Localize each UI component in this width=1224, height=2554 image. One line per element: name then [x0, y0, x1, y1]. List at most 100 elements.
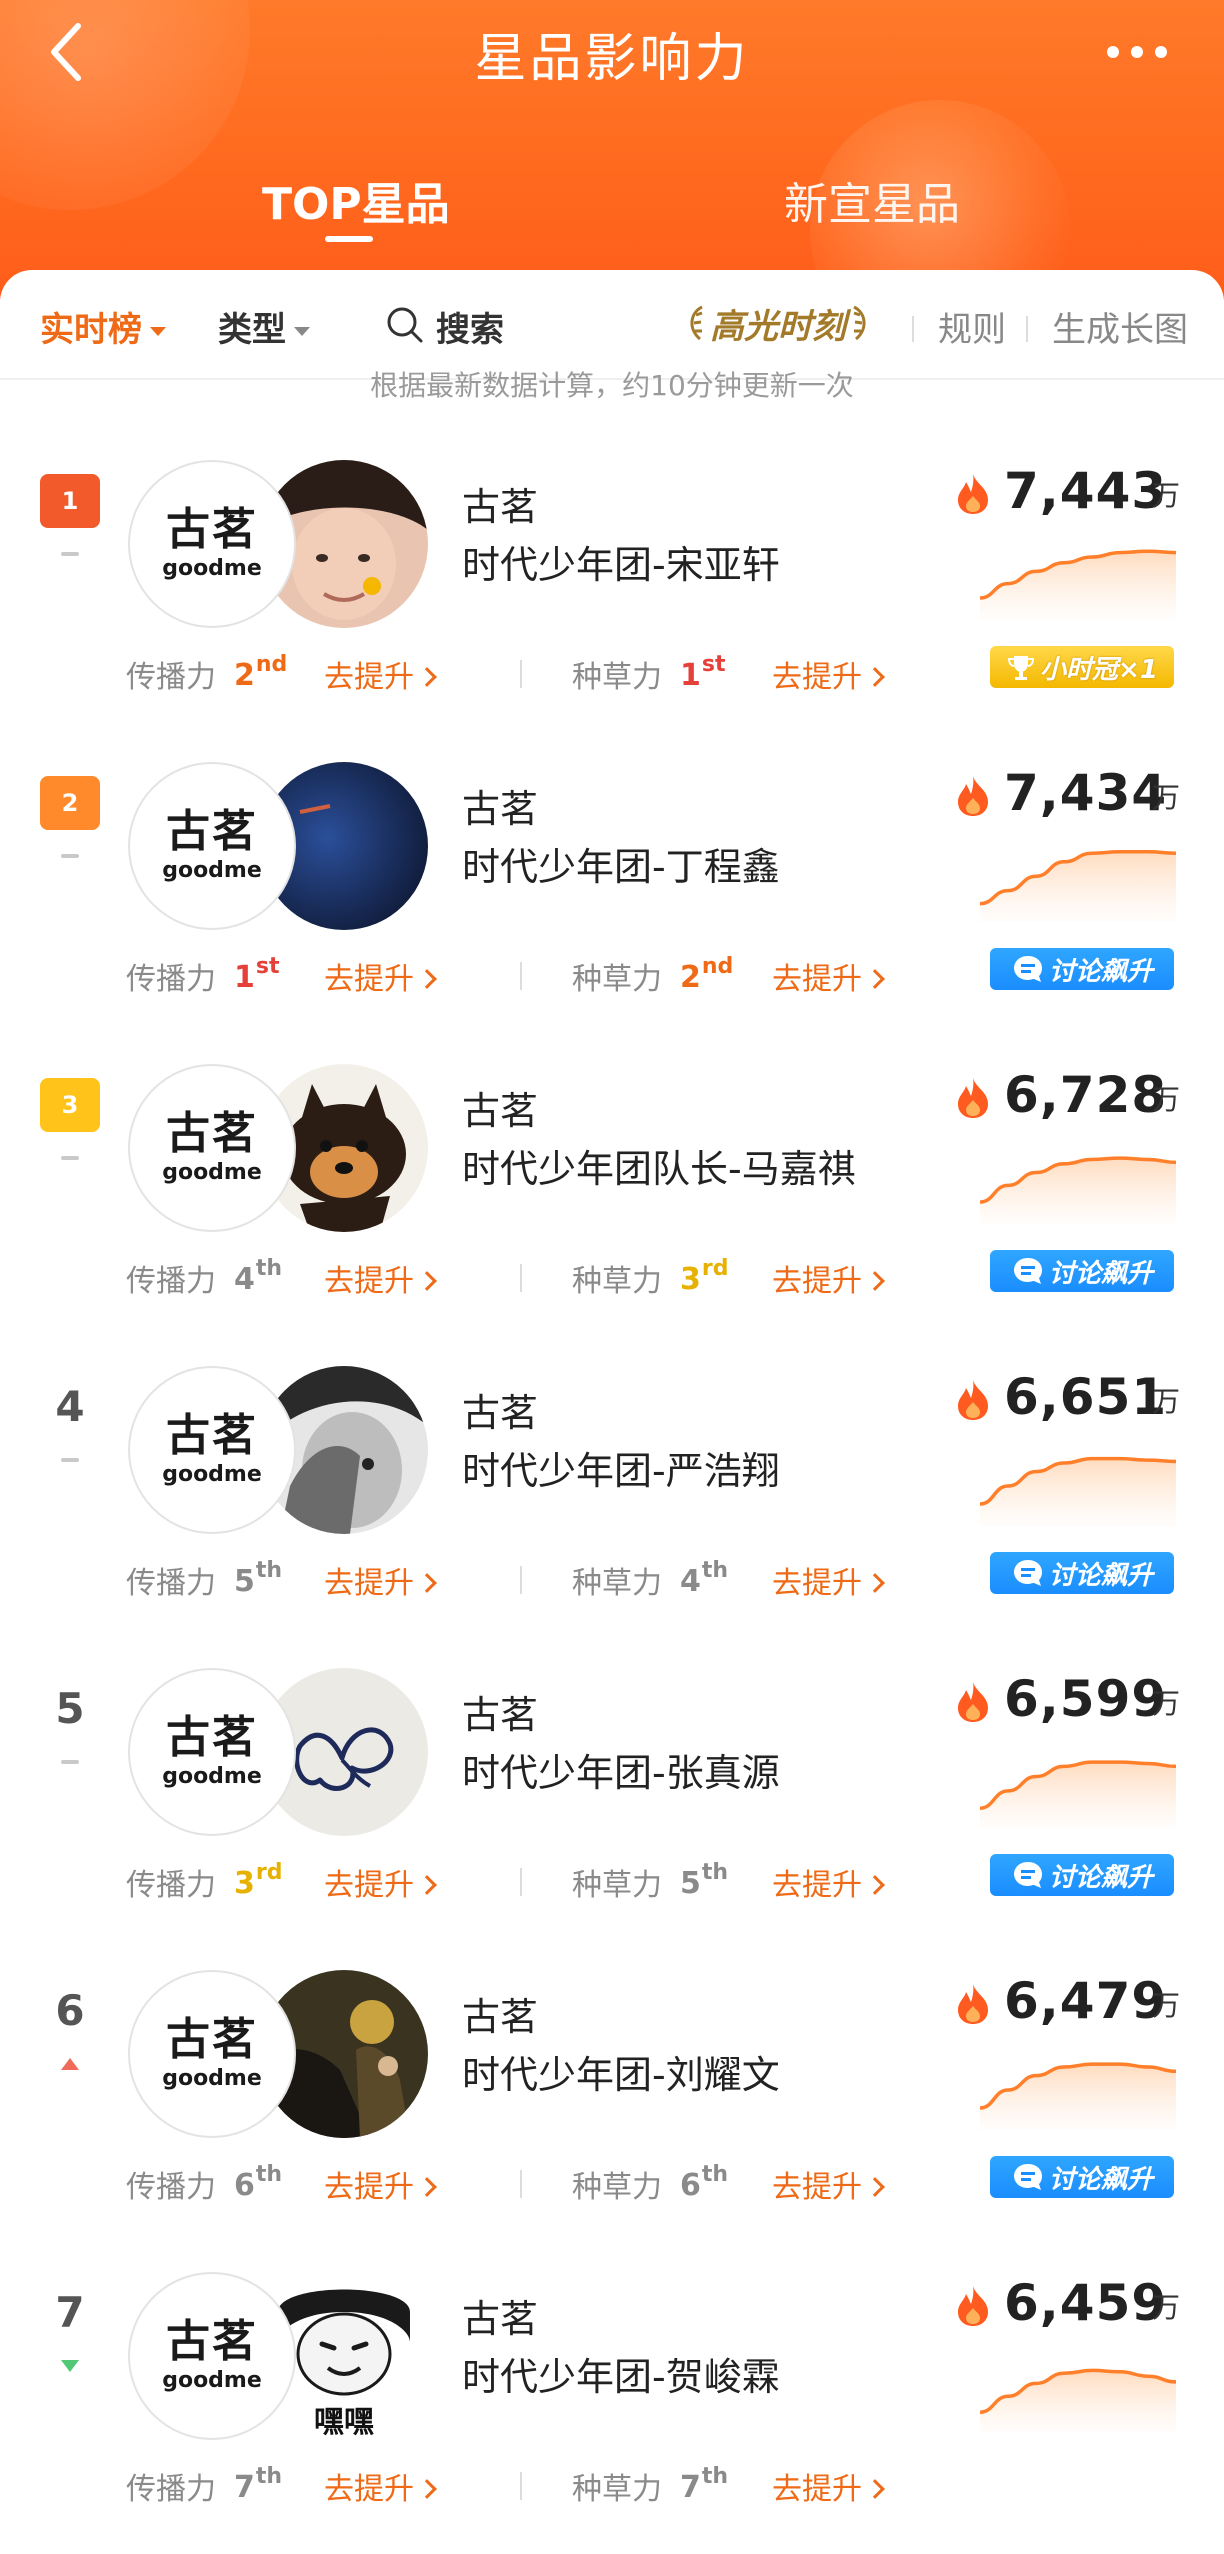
divider: [520, 2170, 522, 2198]
score-unit: 万: [1152, 1687, 1181, 1720]
seeding-rank-suffix: nd: [701, 954, 734, 979]
seeding-improve-link[interactable]: 去提升: [772, 2464, 885, 2508]
highlight-moments-button[interactable]: 高光时刻: [684, 300, 872, 347]
brand-logo[interactable]: 古茗 goodme: [128, 1064, 296, 1232]
seeding-rank-suffix: rd: [701, 1256, 729, 1281]
tag-label: 讨论飙升: [1048, 1862, 1153, 1893]
spread-rank-suffix: rd: [255, 1860, 283, 1885]
realtime-dropdown[interactable]: 实时榜: [40, 302, 166, 351]
spread-improve-link[interactable]: 去提升: [324, 2162, 437, 2206]
tab-new-products[interactable]: 新宣星品: [784, 168, 960, 232]
generate-long-image-link[interactable]: 生成长图: [1052, 302, 1188, 351]
chevron-right-icon: [865, 2177, 885, 2197]
spread-improve-link[interactable]: 去提升: [324, 1558, 437, 1602]
rank-row[interactable]: 5 古茗 goodme 古茗 时代少年团-张真源 6,599 万传播力 3rd 去提升 种草力 5t…: [0, 1640, 1224, 1942]
trend-flat-icon: [61, 1760, 79, 1764]
brand-logo-en: goodme: [162, 2066, 262, 2091]
chevron-right-icon: [417, 2177, 437, 2197]
caret-down-icon: [294, 327, 310, 336]
page-title: 星品影响力: [474, 29, 750, 89]
brand-name: 古茗: [462, 2297, 539, 2341]
brand-logo-en: goodme: [162, 1764, 262, 1789]
search-icon[interactable]: [386, 306, 424, 344]
seeding-rank: 4th: [680, 1558, 728, 1599]
rank-row[interactable]: 1 古茗 goodme 古茗 时代少年团-宋亚轩 7,443 万传播力 2nd 去提升 种草力 1s…: [0, 432, 1224, 734]
spread-rank: 7th: [234, 2464, 282, 2505]
discussion-surge-tag: 讨论飙升: [990, 1552, 1174, 1594]
spread-rank-suffix: th: [255, 2162, 283, 2187]
chat-bubble-icon: [1013, 1560, 1042, 1586]
seeding-rank-value: 5: [680, 1866, 701, 1901]
seeding-improve-link[interactable]: 去提升: [772, 954, 885, 998]
seeding-rank: 6th: [680, 2162, 728, 2203]
discussion-surge-tag: 讨论飙升: [990, 2156, 1174, 2198]
brand-name: 古茗: [462, 1995, 539, 2039]
seeding-rank: 7th: [680, 2464, 728, 2505]
chevron-right-icon: [417, 667, 437, 687]
seeding-improve-link[interactable]: 去提升: [772, 652, 885, 696]
spread-improve-link[interactable]: 去提升: [324, 652, 437, 696]
seeding-improve-link[interactable]: 去提升: [772, 1558, 885, 1602]
spread-rank: 6th: [234, 2162, 282, 2203]
more-dot-icon: [1107, 46, 1119, 58]
chat-bubble-icon: [1013, 2164, 1042, 2190]
brand-logo-cn: 古茗: [166, 806, 258, 857]
seeding-improve-link[interactable]: 去提升: [772, 2162, 885, 2206]
spread-label: 传播力: [126, 1566, 216, 1601]
search-button[interactable]: 搜索: [436, 302, 504, 351]
brand-logo[interactable]: 古茗 goodme: [128, 1970, 296, 2138]
rank-row[interactable]: 7 古茗 goodme 嘿嘿 古茗 时代少年团-贺峻霖 6,459 万传播力 7th 去提升 种草力…: [0, 2244, 1224, 2546]
chevron-right-icon: [865, 2479, 885, 2499]
spread-rank: 4th: [234, 1256, 282, 1297]
seeding-improve-link[interactable]: 去提升: [772, 1256, 885, 1300]
sparkline-area: [980, 1158, 1176, 1224]
caret-down-icon: [150, 327, 166, 336]
fire-icon: [954, 2284, 992, 2332]
tag-label: 讨论飙升: [1048, 1258, 1153, 1289]
rank-row[interactable]: 2 古茗 goodme 古茗 时代少年团-丁程鑫 7,434 万传播力 1st 去提升 种草力 2n…: [0, 734, 1224, 1036]
tab-top-products[interactable]: TOP星品: [262, 168, 450, 232]
rank-badge: 2: [40, 776, 100, 830]
more-button[interactable]: [1092, 22, 1182, 82]
brand-logo-en: goodme: [162, 858, 262, 883]
brand-logo[interactable]: 古茗 goodme: [128, 762, 296, 930]
rank-row[interactable]: 6 古茗 goodme 古茗 时代少年团-刘耀文 6,479 万传播力 6th 去提升 种草力 6t…: [0, 1942, 1224, 2244]
rank-row[interactable]: 3 古茗 goodme 古茗 时代少年团队长-马嘉祺 6,728 万传播力 4th 去提升 种草力…: [0, 1036, 1224, 1338]
brand-logo[interactable]: 古茗 goodme: [128, 1366, 296, 1534]
spread-label: 传播力: [126, 962, 216, 997]
sparkline-area: [980, 2370, 1176, 2432]
rules-link[interactable]: 规则: [938, 302, 1006, 351]
discussion-surge-tag: 讨论飙升: [990, 948, 1174, 990]
spread-improve-link[interactable]: 去提升: [324, 2464, 437, 2508]
fire-icon: [954, 472, 992, 520]
improve-label: 去提升: [772, 962, 862, 997]
influence-score: 6,599: [1004, 1670, 1168, 1728]
spread-improve-link[interactable]: 去提升: [324, 954, 437, 998]
trend-sparkline: [979, 2368, 1177, 2432]
spread-improve-link[interactable]: 去提升: [324, 1860, 437, 1904]
improve-label: 去提升: [772, 1566, 862, 1601]
brand-logo-cn: 古茗: [166, 504, 258, 555]
seeding-rank: 3rd: [680, 1256, 728, 1297]
fire-icon: [954, 774, 992, 822]
brand-name: 古茗: [462, 787, 539, 831]
fire-icon: [954, 1982, 992, 2030]
seeding-rank: 5th: [680, 1860, 728, 1901]
spread-improve-link[interactable]: 去提升: [324, 1256, 437, 1300]
brand-logo-cn: 古茗: [166, 1712, 258, 1763]
trend-indicator: [60, 1452, 80, 1468]
improve-label: 去提升: [772, 2170, 862, 2205]
chevron-right-icon: [865, 969, 885, 989]
brand-logo[interactable]: 古茗 goodme: [128, 2272, 296, 2440]
improve-label: 去提升: [324, 1264, 414, 1299]
spread-rank-suffix: th: [255, 1256, 283, 1281]
more-dot-icon: [1131, 46, 1143, 58]
rank-row[interactable]: 4 古茗 goodme 古茗 时代少年团-严浩翔 6,651 万传播力 5th 去提升 种草力 4t…: [0, 1338, 1224, 1640]
type-dropdown[interactable]: 类型: [218, 302, 310, 351]
brand-logo[interactable]: 古茗 goodme: [128, 1668, 296, 1836]
seeding-improve-link[interactable]: 去提升: [772, 1860, 885, 1904]
tag-label: 讨论飙升: [1048, 1560, 1153, 1591]
sparkline-area: [980, 1762, 1176, 1828]
trend-sparkline: [979, 1156, 1177, 1224]
brand-logo[interactable]: 古茗 goodme: [128, 460, 296, 628]
